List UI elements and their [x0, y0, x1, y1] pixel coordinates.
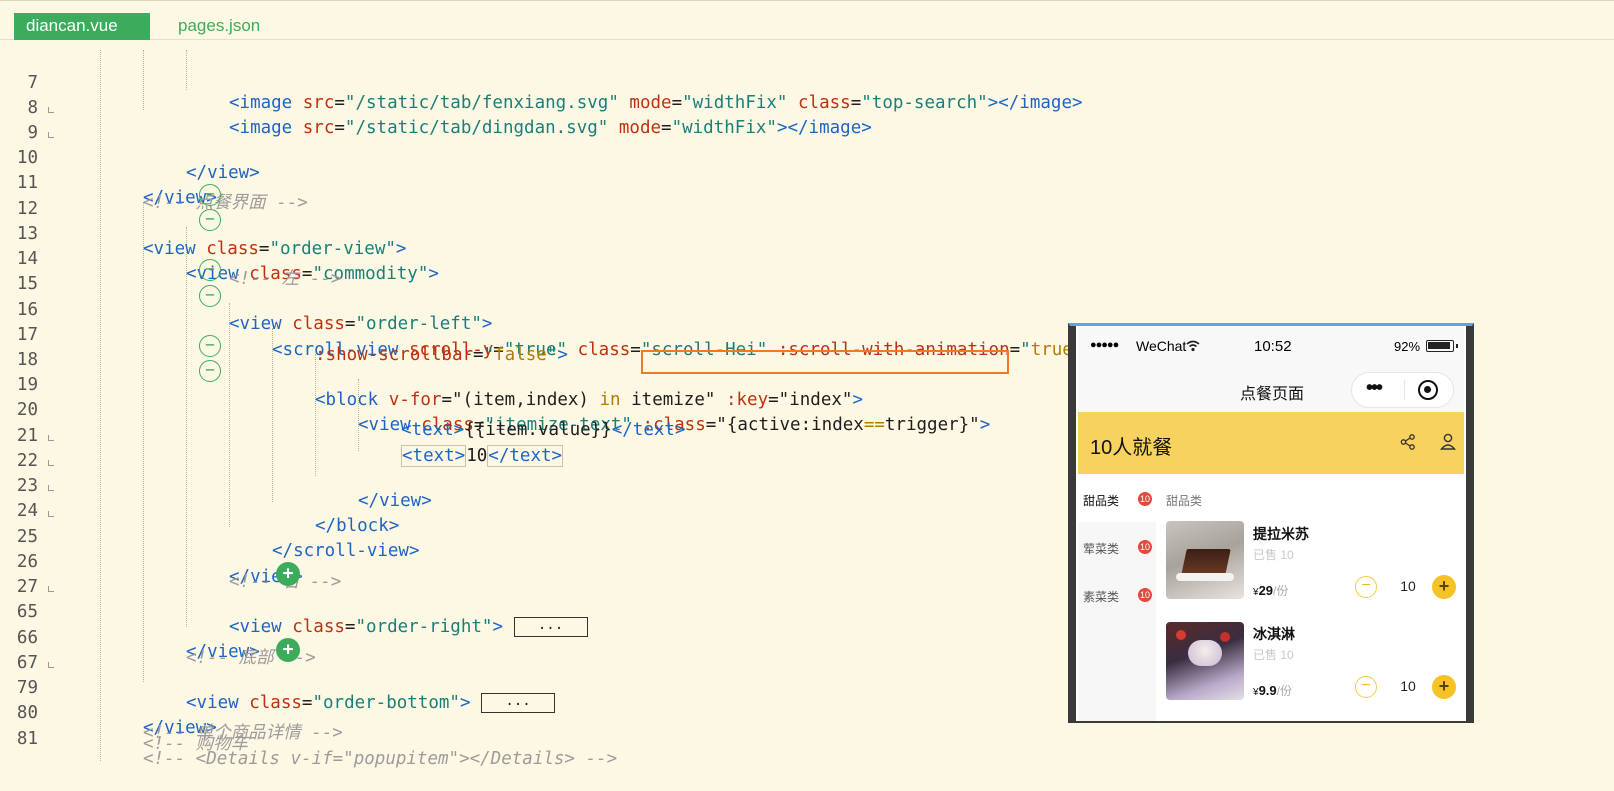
code-line: 13 − <view class="commodity">: [0, 201, 1614, 284]
code-line: 15 − <view class="order-left">: [0, 251, 1614, 334]
page-title: 点餐页面: [1240, 386, 1305, 403]
product-sold: 已售 10: [1253, 548, 1294, 562]
fold-end-marker: [48, 485, 54, 491]
code-line: 8 <image src="/static/tab/dingdan.svg" m…: [0, 75, 1614, 138]
share-icon[interactable]: [1400, 434, 1416, 450]
fold-end-marker: [48, 132, 54, 138]
increase-quantity-button[interactable]: +: [1432, 675, 1456, 699]
capsule-divider: [1404, 380, 1405, 400]
close-miniprogram-icon[interactable]: [1418, 380, 1438, 400]
category-badge: 10: [1138, 540, 1152, 554]
quantity-value: 10: [1400, 678, 1416, 694]
phone-frame: [1466, 326, 1472, 721]
category-badge: 10: [1138, 492, 1152, 506]
code-line: 12 − <view class="order-view">: [0, 176, 1614, 259]
nav-bar: 点餐页面 •••: [1078, 368, 1464, 412]
decrease-quantity-button[interactable]: −: [1355, 676, 1377, 698]
code-line: 7 <image src="/static/tab/fenxiang.svg" …: [0, 50, 1614, 113]
tab-diancan-vue[interactable]: diancan.vue: [14, 13, 150, 40]
fold-end-marker: [48, 511, 54, 517]
category-label: 荤菜类: [1083, 542, 1120, 556]
more-icon[interactable]: •••: [1366, 377, 1383, 400]
product-name: 冰淇淋: [1253, 626, 1295, 642]
sidebar-item-meat[interactable]: 荤菜类 10: [1078, 522, 1156, 570]
phone-preview: ●●●●● WeChat 10:52 92% 点餐页面 ••• 10人就餐 甜品…: [1068, 323, 1474, 723]
status-bar: ●●●●● WeChat 10:52 92%: [1078, 326, 1464, 368]
product-image-ice-cream: [1166, 622, 1244, 700]
category-label: 甜品类: [1083, 494, 1120, 508]
phone-frame: [1070, 326, 1076, 721]
category-badge: 10: [1138, 588, 1152, 602]
code-line: 11 <!-- 点餐界面 -->: [0, 150, 1614, 213]
table-header: 10人就餐: [1078, 412, 1464, 474]
wifi-icon: [1186, 340, 1200, 352]
product-price: ¥29/份: [1253, 583, 1289, 598]
mini-program-capsule[interactable]: •••: [1351, 372, 1454, 408]
annotation-highlight-box: [641, 350, 1009, 374]
user-icon[interactable]: [1440, 433, 1456, 450]
code-line: 9 </view>: [0, 100, 1614, 183]
product-list: 甜品类 提拉米苏 已售 10 ¥29/份 − 10 + 冰淇淋 已售 10 ¥9…: [1156, 474, 1464, 721]
tab-pages-json[interactable]: pages.json: [178, 13, 260, 40]
fold-end-marker: [48, 460, 54, 466]
hero-title: 10人就餐: [1090, 437, 1173, 459]
quantity-value: 10: [1400, 578, 1416, 594]
section-title: 甜品类: [1166, 494, 1203, 508]
category-sidebar: 甜品类 10 荤菜类 10 素菜类 10: [1078, 474, 1156, 721]
fold-end-marker: [48, 435, 54, 441]
code-line: 10 </view>: [0, 125, 1614, 208]
fold-end-marker: [48, 662, 54, 668]
product-name: 提拉米苏: [1253, 526, 1309, 542]
category-label: 素菜类: [1083, 590, 1120, 604]
sidebar-item-vegetable[interactable]: 素菜类 10: [1078, 570, 1156, 618]
editor-tab-bar: diancan.vue pages.json: [0, 0, 1614, 40]
sidebar-item-dessert[interactable]: 甜品类 10: [1078, 474, 1156, 522]
increase-quantity-button[interactable]: +: [1432, 575, 1456, 599]
carrier-label: WeChat: [1136, 338, 1187, 354]
fold-end-marker: [48, 107, 54, 113]
clock: 10:52: [1254, 338, 1292, 355]
signal-icon: ●●●●●: [1090, 339, 1119, 351]
code-line: 16 − <scroll-view scroll-y="true" class=…: [0, 277, 1614, 360]
decrease-quantity-button[interactable]: −: [1355, 576, 1377, 598]
code-line: 14 <!-- 左 -->: [0, 226, 1614, 289]
product-price: ¥9.9/份: [1253, 683, 1292, 698]
fold-end-marker: [48, 586, 54, 592]
battery-percent: 92%: [1394, 339, 1421, 354]
code-line: <!-- 购物车: [143, 734, 249, 754]
battery-icon: [1426, 340, 1458, 352]
product-image-tiramisu: [1166, 521, 1244, 599]
product-sold: 已售 10: [1253, 648, 1294, 662]
